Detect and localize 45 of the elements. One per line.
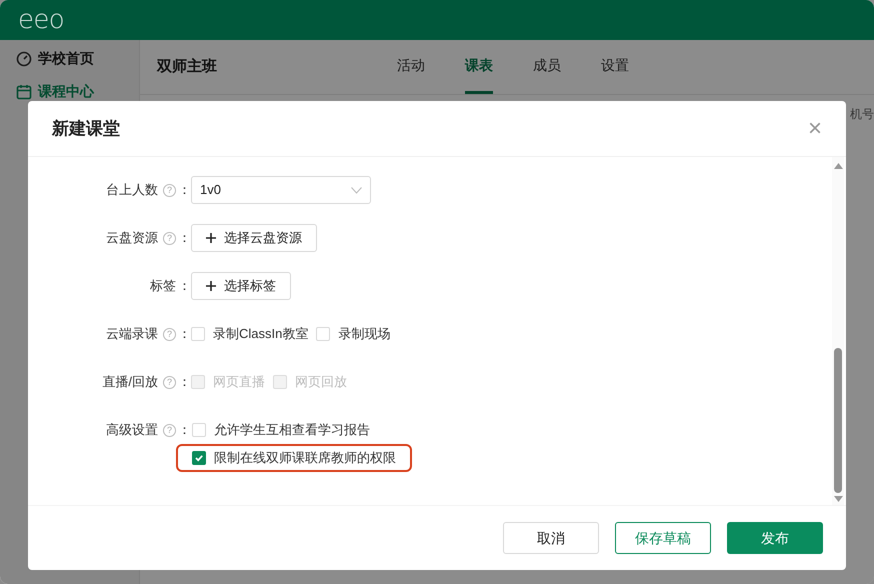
- publish-button[interactable]: 发布: [727, 522, 823, 554]
- colon-text: ：: [178, 373, 191, 392]
- colon-text: ：: [178, 325, 191, 344]
- field-label: 台上人数: [106, 181, 158, 200]
- close-button[interactable]: ×: [808, 116, 822, 140]
- scroll-up-icon[interactable]: [834, 163, 842, 169]
- option-label[interactable]: 录制现场: [338, 324, 390, 344]
- class-title: 双师主班: [157, 56, 218, 77]
- tab[interactable]: 活动: [397, 40, 425, 94]
- check-icon: [194, 453, 204, 463]
- tab[interactable]: 设置: [601, 40, 629, 94]
- field-label: 高级设置: [106, 421, 158, 440]
- save-draft-button[interactable]: 保存草稿: [615, 522, 711, 554]
- add-button[interactable]: 选择云盘资源: [191, 224, 317, 252]
- plus-icon: [206, 233, 216, 243]
- field-label: 直播/回放: [102, 373, 158, 392]
- colon-text: ：: [178, 229, 191, 248]
- scroll-down-icon[interactable]: [834, 496, 842, 502]
- option-label: 网页回放: [295, 373, 347, 392]
- field-label: 云盘资源: [106, 229, 158, 248]
- scrollbar[interactable]: [832, 157, 844, 505]
- logo: eeo: [18, 7, 64, 33]
- colon-text: ：: [178, 421, 191, 440]
- column-header: 机号: [850, 106, 874, 123]
- field-label: 云端录课: [106, 325, 158, 344]
- tab[interactable]: 成员: [533, 40, 561, 94]
- field-label: 标签: [150, 277, 176, 296]
- calendar-icon: [16, 84, 32, 100]
- cancel-button[interactable]: 取消: [503, 522, 599, 554]
- option-label[interactable]: 允许学生互相查看学习报告: [214, 420, 370, 440]
- add-button[interactable]: 选择标签: [191, 272, 291, 300]
- colon-text: ：: [178, 277, 191, 296]
- plus-icon: [206, 281, 216, 291]
- sidebar-item[interactable]: 学校首页: [38, 48, 94, 69]
- checkbox[interactable]: [192, 451, 206, 465]
- tab[interactable]: 课表: [465, 40, 493, 94]
- colon-text: ：: [178, 181, 191, 200]
- option-label[interactable]: 录制ClassIn教室: [213, 324, 308, 344]
- sidebar-item[interactable]: 课程中心: [38, 81, 94, 102]
- dashboard-icon: [16, 50, 32, 66]
- option-label[interactable]: 限制在线双师课联席教师的权限: [214, 448, 396, 468]
- chevron-icon: [351, 186, 362, 194]
- dialog-title: 新建课堂: [52, 118, 120, 140]
- dropdown[interactable]: 1v0: [191, 176, 371, 204]
- option-label: 网页直播: [213, 373, 265, 392]
